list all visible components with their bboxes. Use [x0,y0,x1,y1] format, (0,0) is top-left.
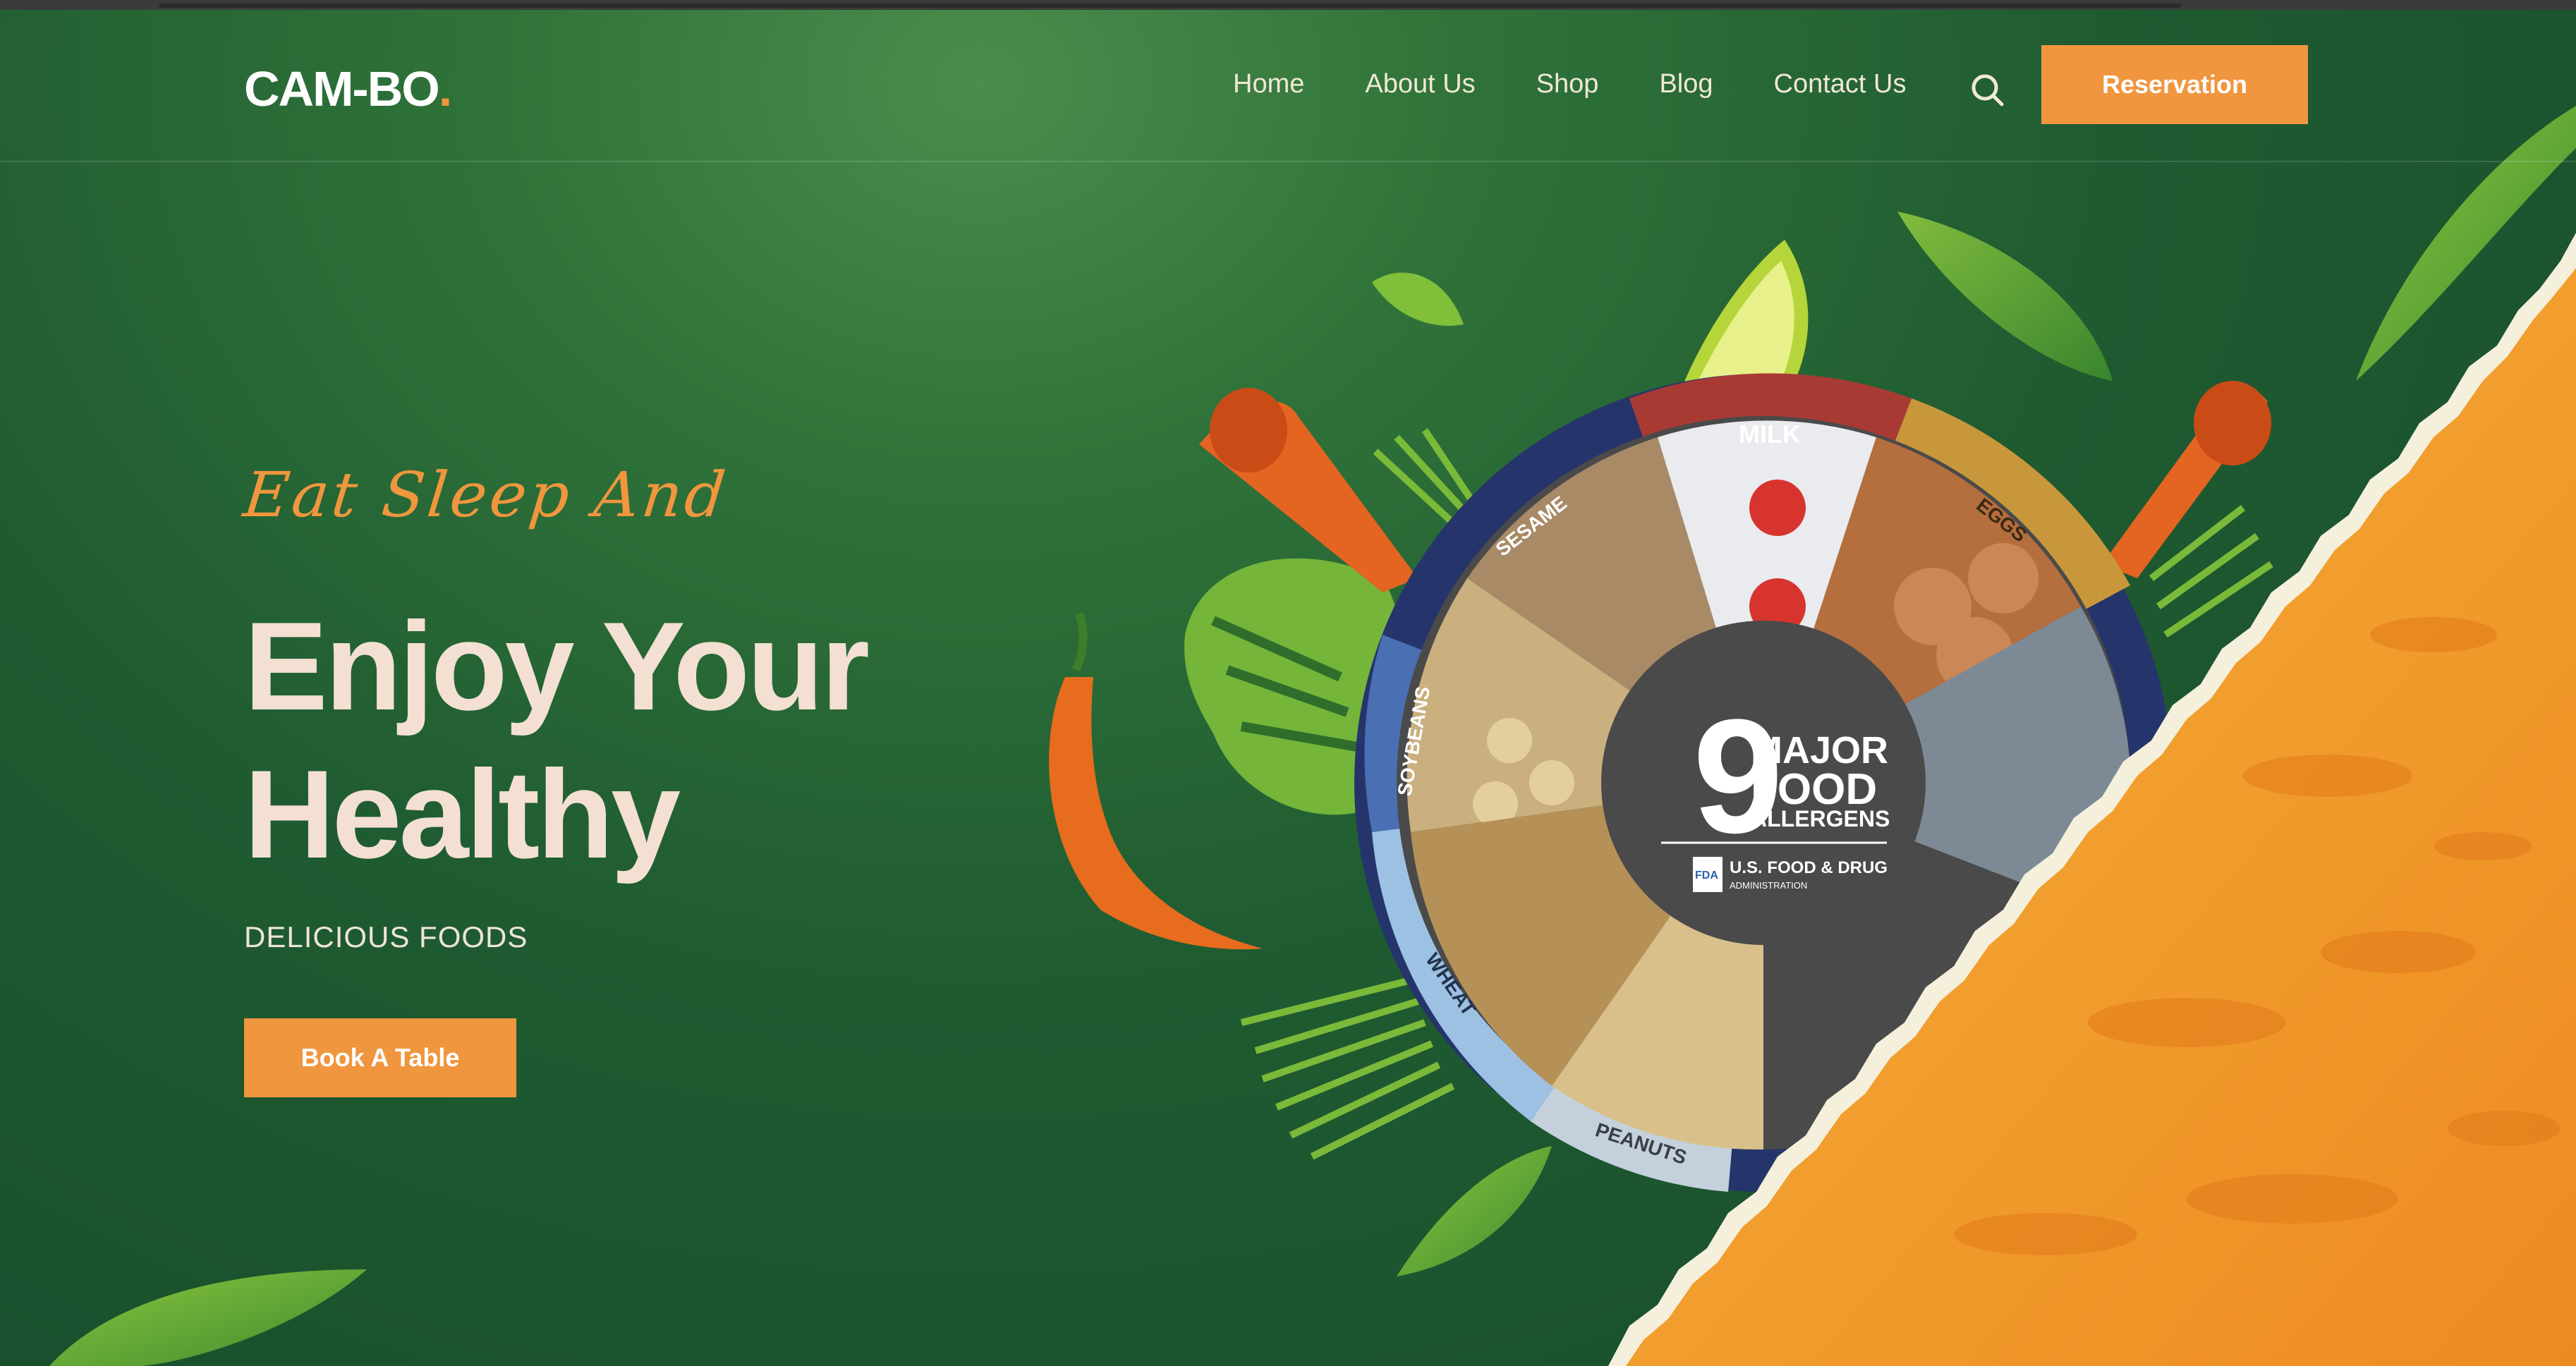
brand-logo[interactable]: CAM-BO. [244,61,453,117]
segment-label-milk: MILK [1739,420,1801,449]
leaf-decoration [1372,272,1464,326]
main-nav: Home About Us Shop Blog Contact Us [1233,69,1967,99]
search-icon [1972,74,2004,106]
nav-about-us[interactable]: About Us [1365,69,1475,99]
nav-shop[interactable]: Shop [1536,69,1599,99]
fda-logo-text: FDA [1695,870,1718,882]
book-table-button[interactable]: Book A Table [244,1018,516,1097]
nav-contact-us[interactable]: Contact Us [1774,69,1907,99]
agency-name: U.S. FOOD & DRUG [1730,858,1888,877]
hero-subheadline: DELICIOUS FOODS [244,920,528,953]
brand-logo-dot: . [438,61,453,116]
reservation-button[interactable]: Reservation [2041,45,2308,124]
hero-headline-line-1: Enjoy Your [244,596,870,736]
hero-eyebrow: Eat Sleep And [240,458,731,531]
hero-headline: Enjoy Your Healthy [244,592,870,889]
leaf-decoration [49,1269,367,1366]
brand-name: CAM-BO [244,61,440,116]
hero-headline-line-2: Healthy [244,744,681,884]
agency-subtitle: ADMINISTRATION [1730,880,1807,891]
allergen-title-3: ALLERGENS [1751,806,1890,831]
search-button[interactable] [1968,71,2007,110]
leaf-decoration [1897,212,2113,381]
nav-blog[interactable]: Blog [1659,69,1713,99]
nav-home[interactable]: Home [1233,69,1304,99]
leaf-decoration [1397,1146,1552,1276]
site-header: CAM-BO. Home About Us Shop Blog Contact … [0,10,2576,162]
